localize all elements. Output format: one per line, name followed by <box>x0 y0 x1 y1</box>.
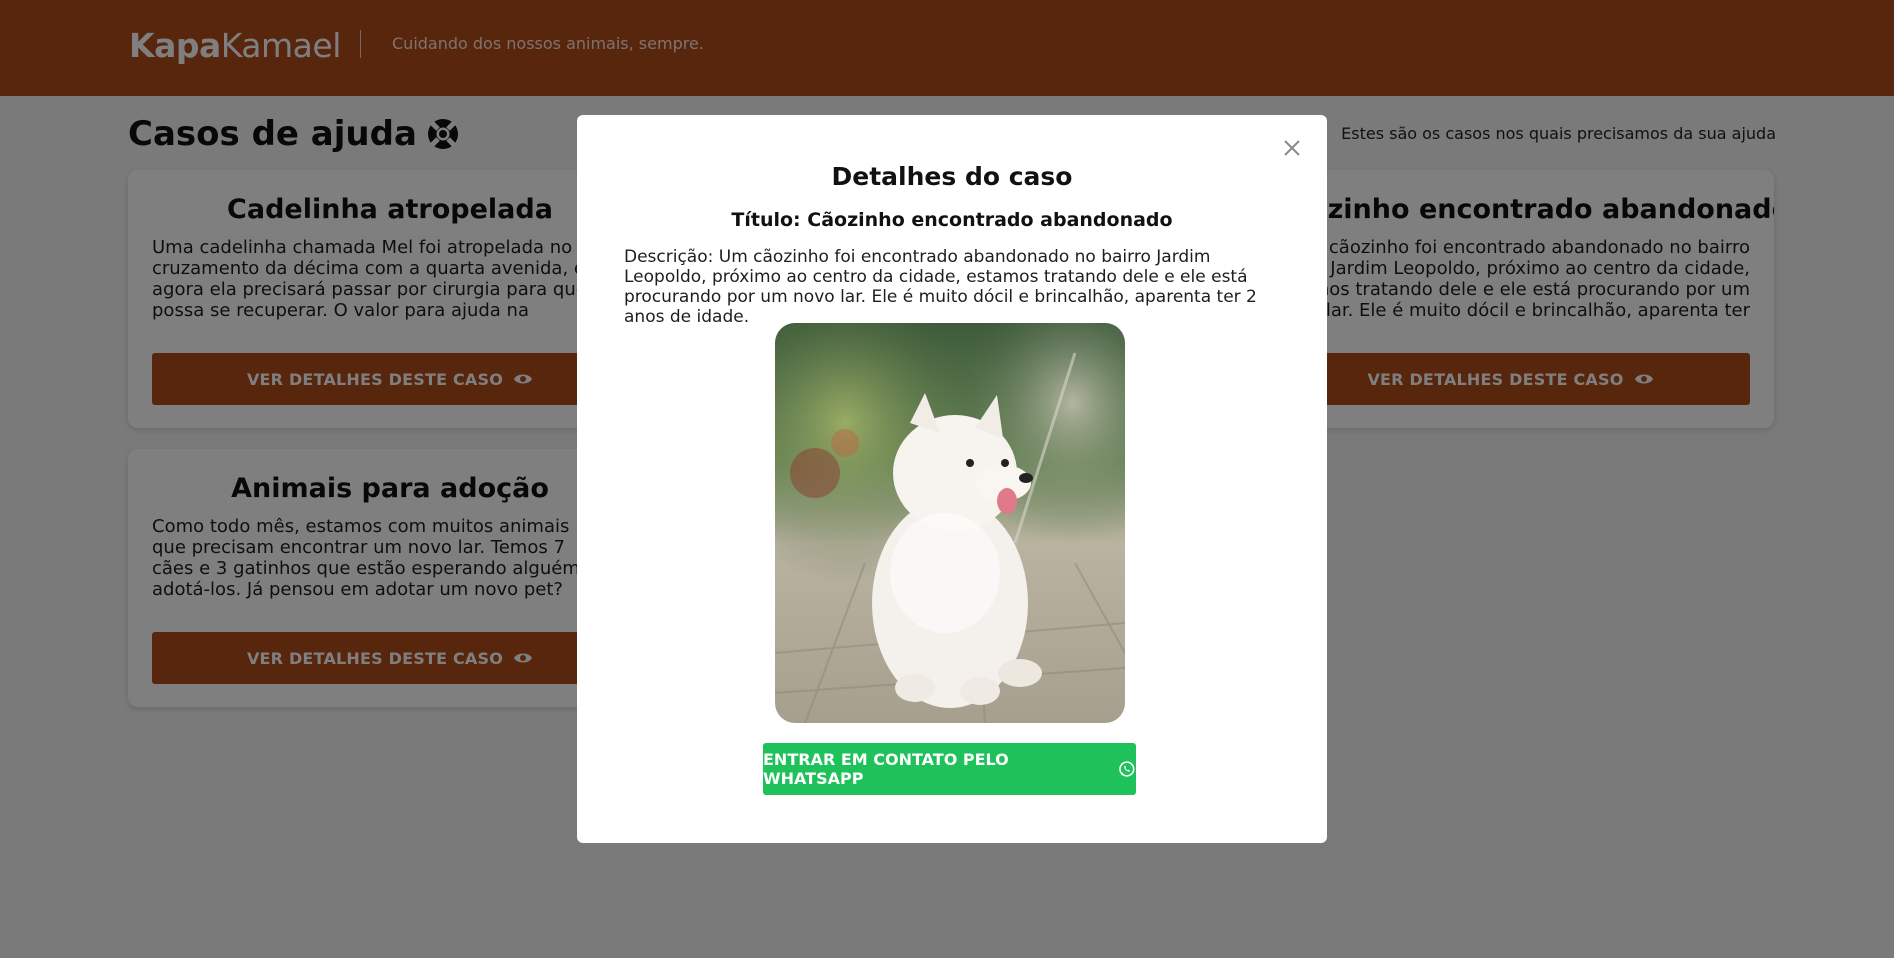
whatsapp-contact-button[interactable]: ENTRAR EM CONTATO PELO WHATSAPP <box>763 743 1136 795</box>
case-photo <box>775 323 1125 723</box>
case-details-modal: Detalhes do caso Título: Cãozinho encont… <box>577 115 1327 843</box>
whatsapp-contact-label: ENTRAR EM CONTATO PELO WHATSAPP <box>763 750 1009 788</box>
close-icon[interactable] <box>1281 137 1303 159</box>
whatsapp-icon <box>1119 761 1135 777</box>
modal-case-description: Descrição: Um cãozinho foi encontrado ab… <box>624 247 1257 327</box>
dog-photo-image <box>775 323 1125 723</box>
modal-case-title: Título: Cãozinho encontrado abandonado <box>731 209 1173 231</box>
modal-heading: Detalhes do caso <box>831 162 1073 191</box>
